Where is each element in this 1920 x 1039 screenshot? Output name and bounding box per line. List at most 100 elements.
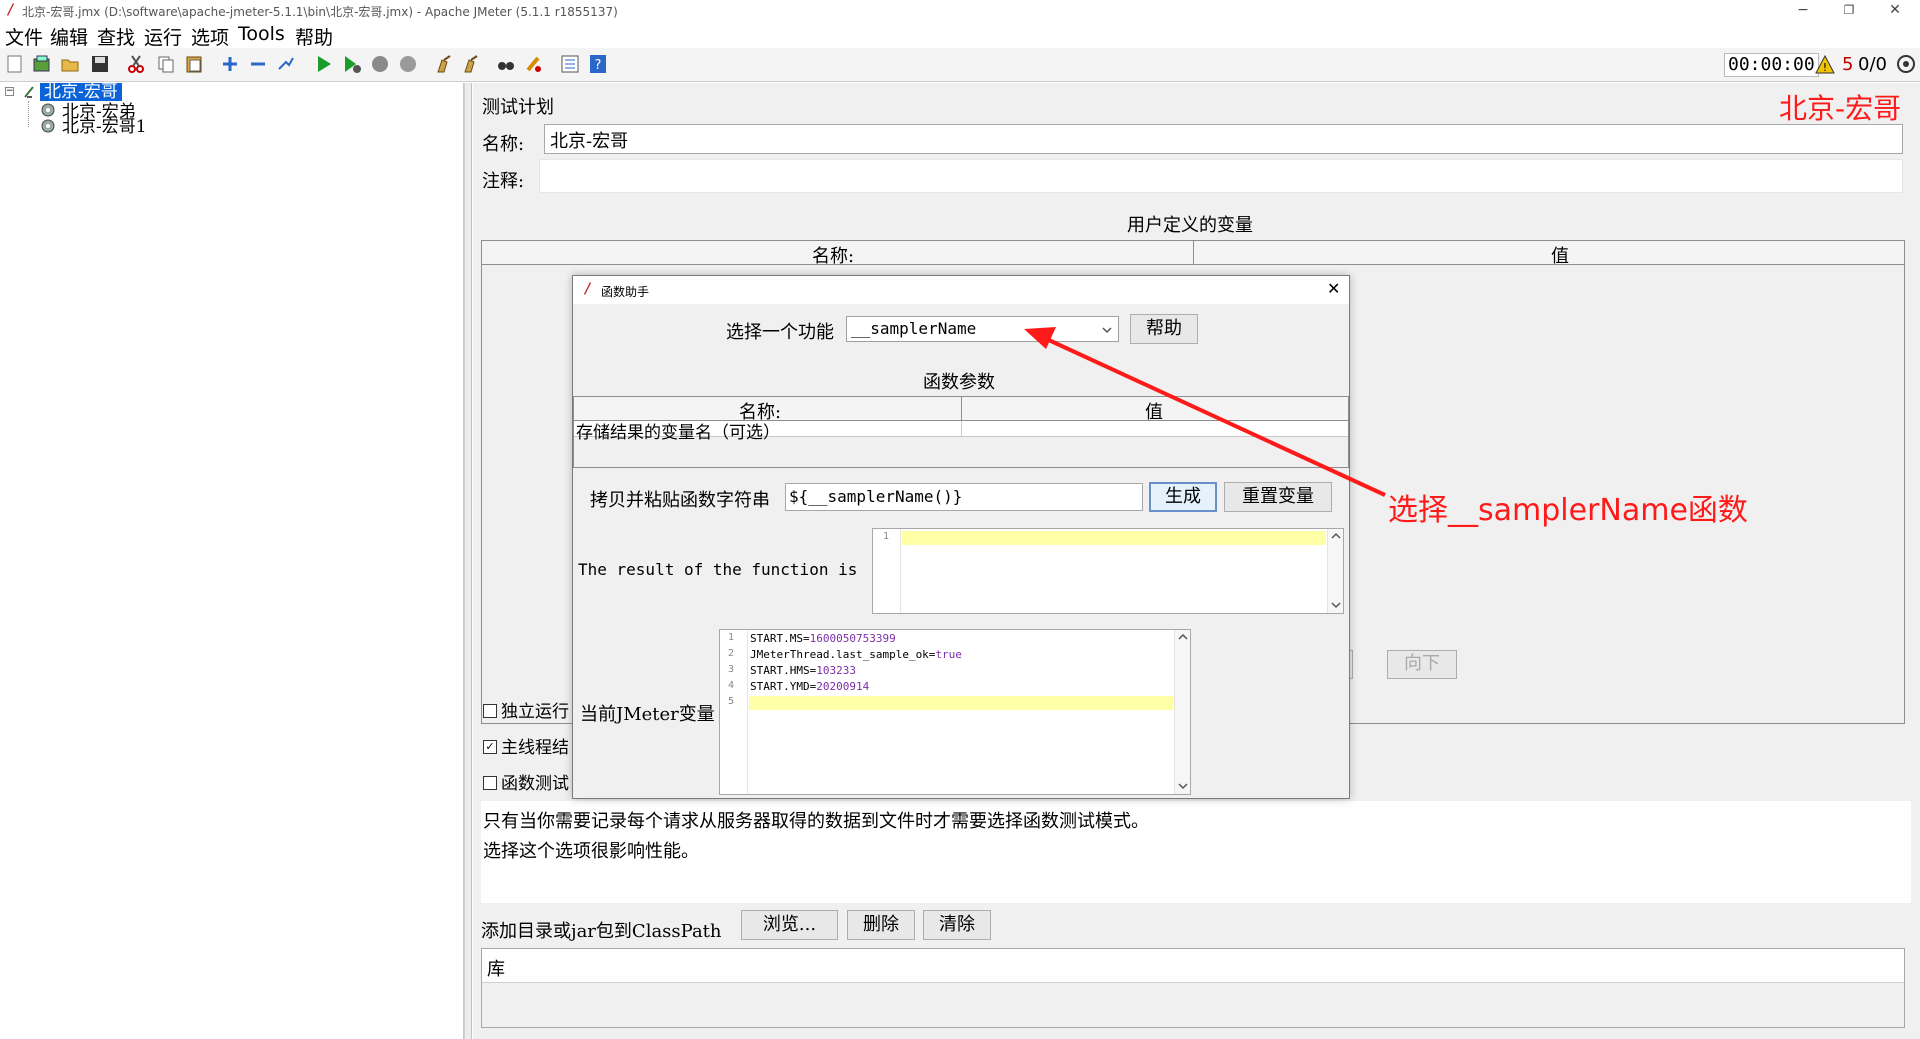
code-line-text: START.MS=1600050753399 [750,632,896,645]
scroll-down-icon[interactable] [1331,601,1341,609]
minimize-button[interactable]: − [1780,0,1826,22]
save-icon[interactable] [90,54,110,74]
reset-search-icon[interactable] [524,54,544,74]
variable-key: JMeterThread.last_sample_ok= [750,648,936,661]
option-teardown-on-shutdown[interactable]: ✓ 主线程结 [483,733,569,758]
close-window-button[interactable]: ✕ [1872,0,1918,22]
help-button[interactable]: 帮助 [1130,314,1198,344]
line-number: 3 [728,664,735,675]
line-number: 4 [728,680,735,691]
paste-icon[interactable] [184,54,204,74]
option-run-independently[interactable]: 独立运行 [483,697,569,722]
checkbox[interactable] [483,775,497,790]
open-folder-icon[interactable] [60,54,80,74]
menu-help[interactable]: 帮助 [295,23,333,50]
function-select[interactable]: __samplerName [846,316,1119,342]
function-params-title: 函数参数 [923,372,995,393]
column-header-name[interactable]: 名称: [812,242,854,268]
copy-paste-label: 拷贝并粘贴函数字符串 [590,490,770,511]
pane-splitter[interactable] [464,83,472,1039]
menu-file[interactable]: 文件 [5,23,43,50]
function-result-editor[interactable]: 1 [872,528,1344,614]
function-helper-icon[interactable] [560,54,580,74]
function-helper-dialog: 函数助手 ✕ 选择一个功能 __samplerName 帮助 函数参数 名称: … [572,275,1350,799]
function-string-field[interactable]: ${__samplerName()} [785,483,1143,511]
move-down-button[interactable]: 向下 [1387,650,1457,679]
tree-item-thread-group-2[interactable]: 北京-宏哥1 [62,112,147,137]
param-name-cell: 存储结果的变量名（可选） [576,423,780,443]
menu-tools[interactable]: Tools [238,23,285,45]
option-label: 函数测试 [501,774,569,794]
menu-search[interactable]: 查找 [97,23,135,50]
menu-run[interactable]: 运行 [144,23,182,50]
start-no-pauses-icon[interactable] [342,54,362,74]
scroll-up-icon[interactable] [1331,532,1341,540]
clear-button[interactable]: 清除 [923,910,991,940]
clear-icon[interactable] [434,54,454,74]
restore-button[interactable]: ❐ [1826,0,1872,22]
reset-variables-button[interactable]: 重置变量 [1224,482,1332,512]
browse-button[interactable]: 浏览... [741,910,838,940]
function-string-value: ${__samplerName()} [789,487,963,506]
dialog-close-icon[interactable]: ✕ [1327,279,1340,298]
remote-status-icon [1897,55,1915,73]
function-params-table[interactable]: 名称: 值 存储结果的变量名（可选） [573,396,1349,468]
expand-plus-icon[interactable] [220,54,240,74]
option-label: 主线程结 [501,738,569,758]
generate-button[interactable]: 生成 [1149,482,1217,512]
classpath-label: 添加目录或jar包到ClassPath [481,921,722,942]
warning-icon[interactable]: ! [1815,55,1835,75]
chevron-down-icon [1102,327,1112,334]
delete-button[interactable]: 删除 [847,910,915,940]
line-number: 1 [728,632,735,643]
column-header-value[interactable]: 值 [1551,242,1569,268]
line-number-gutter: 1 [873,529,901,613]
menu-bar: 文件 编辑 查找 运行 选项 Tools 帮助 [0,22,1920,50]
toolbar: ? [0,48,1920,82]
line-number: 1 [883,531,890,542]
shutdown-icon[interactable] [398,54,418,74]
user-variables-title: 用户定义的变量 [1127,215,1253,236]
thread-group-gear-icon [41,103,55,117]
library-table[interactable]: 库 [481,948,1905,1028]
tree-collapse-toggle[interactable]: − [5,87,14,96]
templates-icon[interactable] [32,54,52,74]
clear-all-icon[interactable] [462,54,482,74]
notice-line-2: 选择这个选项很影响性能。 [483,841,699,862]
library-column-header[interactable]: 库 [487,955,505,981]
table-row[interactable]: 存储结果的变量名（可选） [574,421,1348,443]
checkbox-checked[interactable]: ✓ [483,739,497,754]
scroll-down-icon[interactable] [1178,782,1188,790]
new-file-icon[interactable] [5,54,25,74]
current-line-highlight [749,696,1173,710]
table-header: 名称: 值 [482,241,1904,268]
jmeter-variables-editor[interactable]: 1 START.MS=1600050753399 2 JMeterThread.… [719,629,1191,795]
test-plan-tree: − 北京-宏哥 北京-宏弟 北京-宏哥1 [0,83,464,1039]
cut-icon[interactable] [126,54,146,74]
copy-icon[interactable] [156,54,176,74]
checkbox[interactable] [483,703,497,718]
stop-icon[interactable] [370,54,390,74]
variable-value: 20200914 [816,680,870,693]
menu-edit[interactable]: 编辑 [50,23,88,50]
start-icon[interactable] [314,54,334,74]
function-result-label: The result of the function is [578,560,858,579]
help-icon[interactable]: ? [588,54,608,74]
name-input[interactable]: 北京-宏哥 [544,124,1903,154]
vertical-scrollbar[interactable] [1174,630,1190,794]
option-functional-test-mode[interactable]: 函数测试 [483,769,569,794]
dialog-title-bar[interactable]: 函数助手 ✕ [573,276,1349,304]
scroll-up-icon[interactable] [1178,633,1188,641]
menu-options[interactable]: 选项 [191,23,229,50]
search-binoculars-icon[interactable] [496,54,516,74]
toggle-icon[interactable] [276,54,296,74]
column-divider [1193,241,1194,265]
variable-value: 103233 [816,664,856,677]
elapsed-timer: 00:00:00 [1724,53,1819,77]
vertical-scrollbar[interactable] [1327,529,1343,613]
name-label: 名称: [482,134,525,155]
thread-group-gear-icon [41,119,55,133]
comment-label: 注释: [482,171,525,192]
comment-input[interactable] [539,159,1903,193]
collapse-minus-icon[interactable] [248,54,268,74]
